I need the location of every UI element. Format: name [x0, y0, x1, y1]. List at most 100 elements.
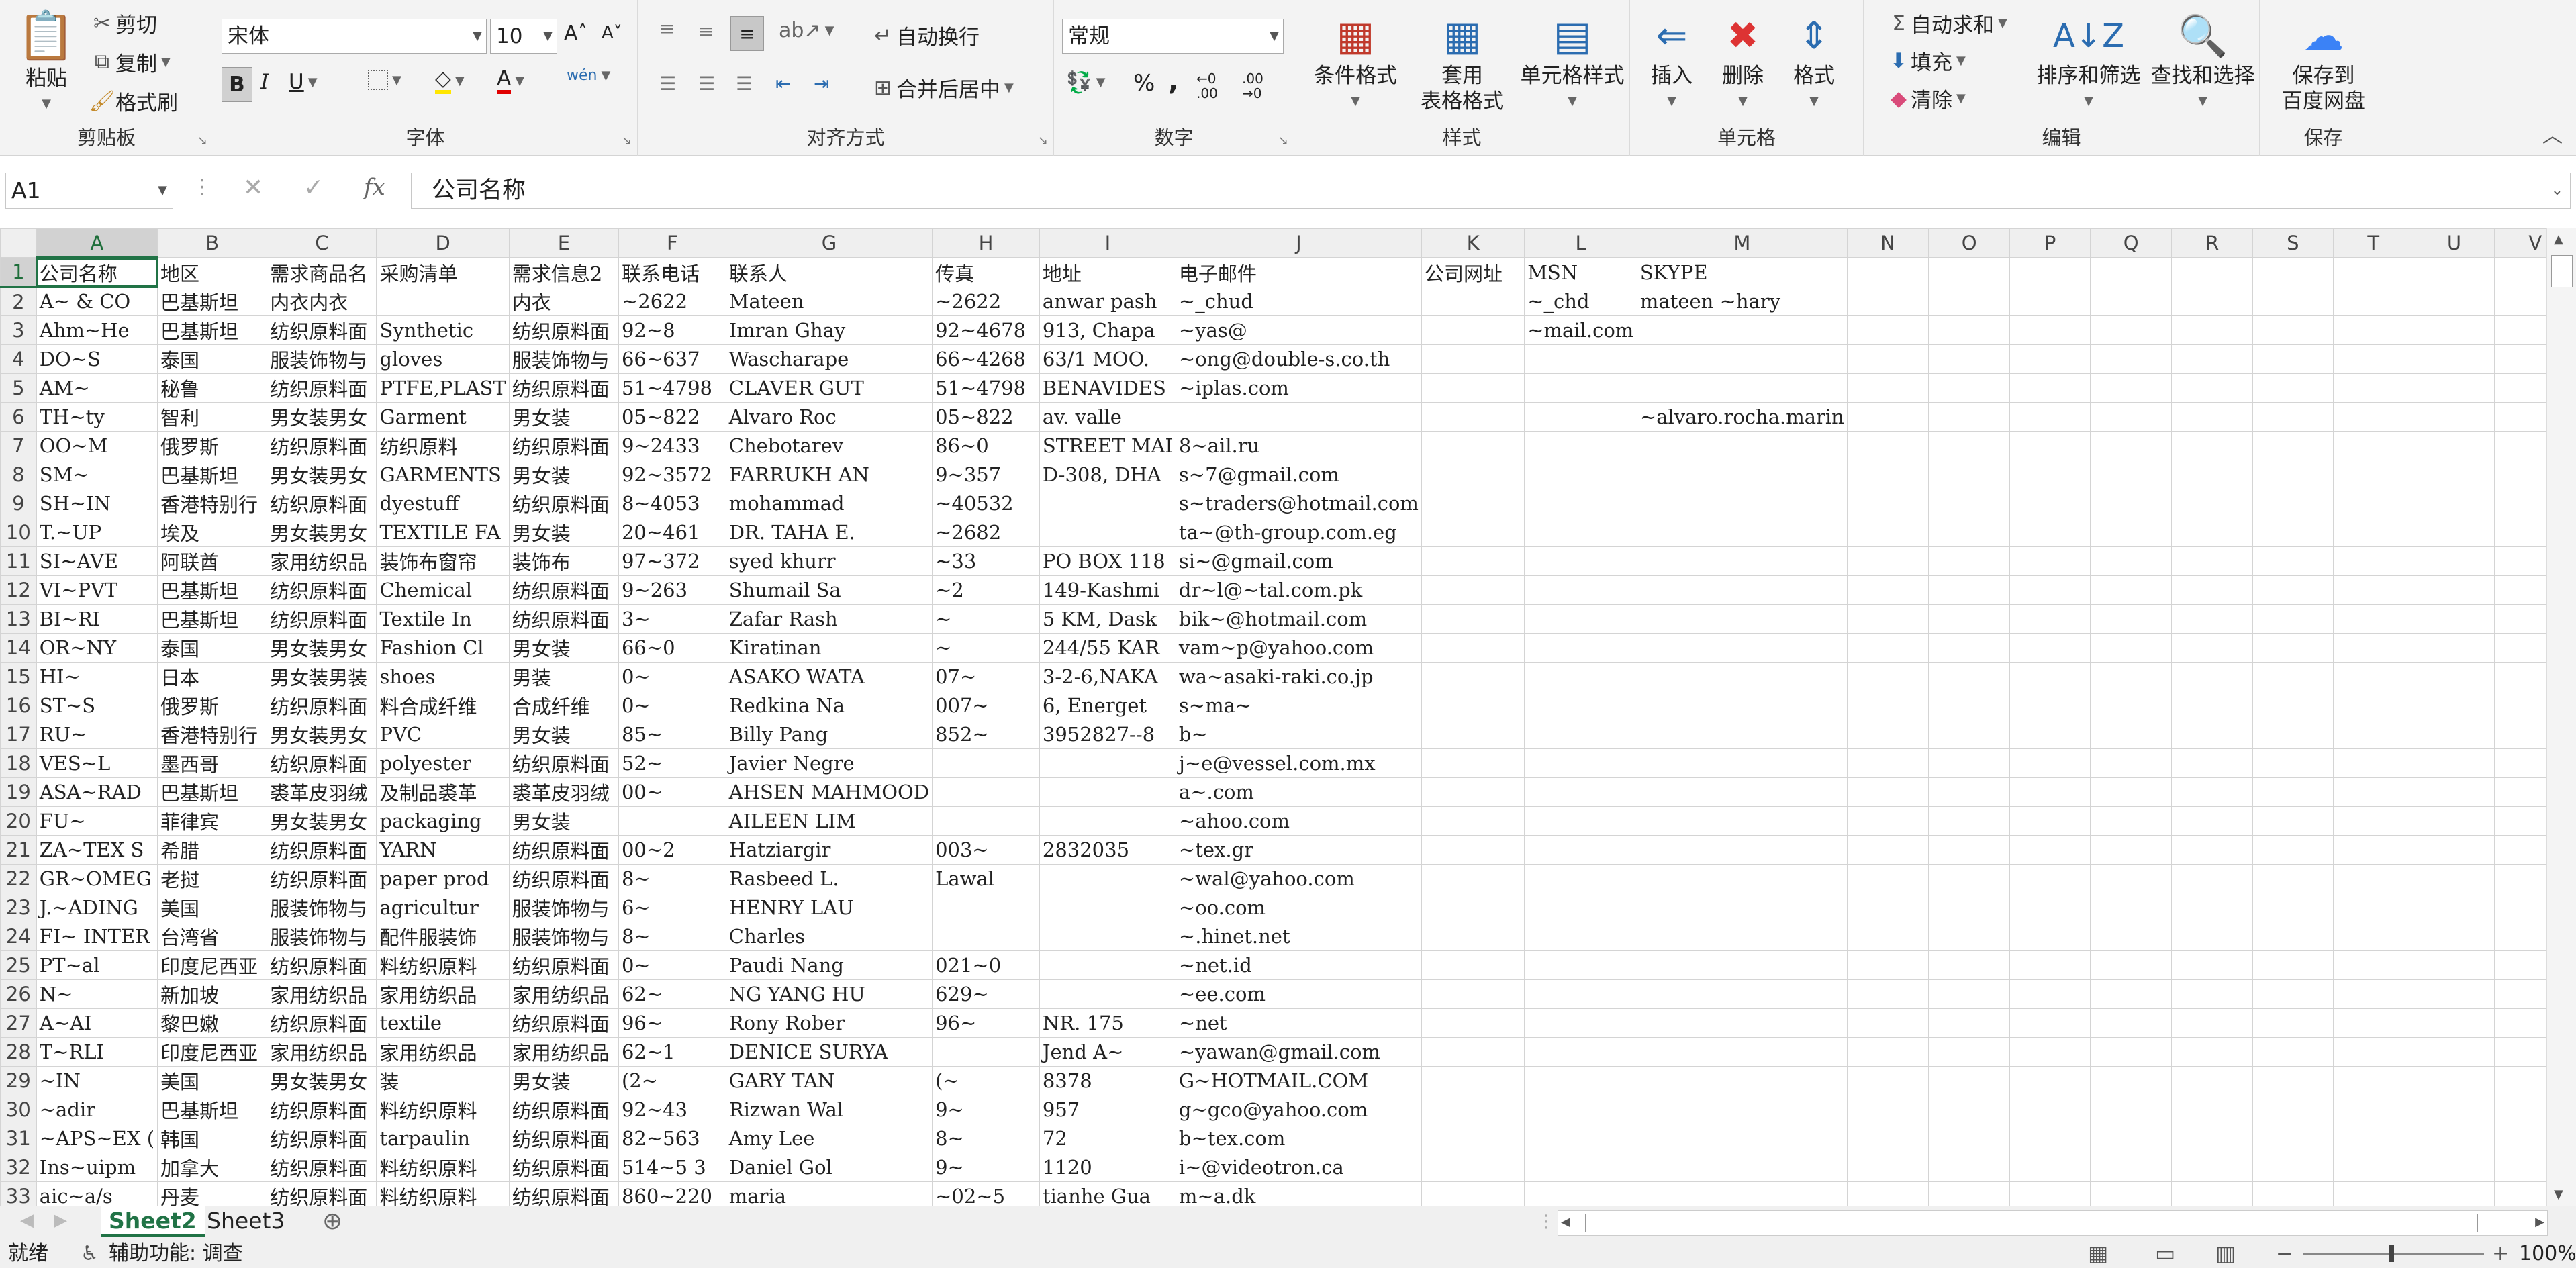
cell[interactable]: ASA~RAD: [36, 777, 158, 807]
cell[interactable]: 纺织原料面: [508, 575, 619, 605]
cell[interactable]: [1421, 662, 1525, 691]
row-header[interactable]: 18: [0, 748, 37, 778]
cell[interactable]: PO BOX 118: [1039, 546, 1176, 576]
cell[interactable]: [2252, 1066, 2334, 1095]
cell[interactable]: [1636, 662, 1848, 691]
cell[interactable]: [2009, 691, 2091, 720]
cell[interactable]: [1636, 1124, 1848, 1153]
cell[interactable]: [1846, 662, 1929, 691]
cell[interactable]: [1927, 518, 2011, 547]
cell[interactable]: ~net.id: [1175, 950, 1422, 980]
cell[interactable]: [1636, 431, 1848, 460]
cell[interactable]: wa~asaki-raki.co.jp: [1175, 662, 1422, 691]
row-header[interactable]: 32: [0, 1153, 37, 1182]
cell[interactable]: FARRUKH AN: [725, 460, 933, 489]
cell[interactable]: 92~3572: [618, 460, 726, 489]
cell[interactable]: 纺织原料面: [267, 864, 377, 893]
cell[interactable]: [2009, 777, 2091, 807]
cut-button[interactable]: ✂ 剪切: [89, 8, 157, 38]
accounting-button[interactable]: 💱 ▼: [1066, 70, 1105, 95]
cell[interactable]: [2252, 835, 2334, 865]
cell[interactable]: 男女装: [508, 460, 619, 489]
cell[interactable]: 男女装: [508, 720, 619, 749]
cell[interactable]: [2252, 1153, 2334, 1182]
cell[interactable]: shoes: [376, 662, 510, 691]
cell[interactable]: [1927, 979, 2011, 1009]
cell[interactable]: [2332, 315, 2414, 345]
cell[interactable]: T.~UP: [36, 518, 158, 547]
cell[interactable]: 8~ail.ru: [1175, 431, 1422, 460]
cell[interactable]: polyester: [376, 748, 510, 778]
cell[interactable]: [2332, 720, 2414, 749]
horizontal-scrollbar[interactable]: ◀ ▶: [1558, 1210, 2548, 1236]
cell[interactable]: BI~RI: [36, 604, 158, 634]
cell[interactable]: [2171, 287, 2253, 316]
fill-button[interactable]: ⬇ 填充 ▼: [1887, 46, 1966, 76]
cell[interactable]: [2009, 1124, 2091, 1153]
cell[interactable]: Garment: [376, 402, 510, 432]
cell[interactable]: 料纺织原料: [376, 1095, 510, 1124]
cell[interactable]: [1524, 518, 1637, 547]
cell[interactable]: 巴基斯坦: [157, 777, 268, 807]
cell[interactable]: ~tex.gr: [1175, 835, 1422, 865]
cell[interactable]: Shumail Sa: [725, 575, 933, 605]
cell[interactable]: 新加坡: [157, 979, 268, 1009]
cell[interactable]: [2252, 720, 2334, 749]
cell[interactable]: [2171, 431, 2253, 460]
cell[interactable]: [2171, 1181, 2253, 1206]
cell[interactable]: 美国: [157, 893, 268, 922]
cell[interactable]: [1421, 431, 1525, 460]
cell[interactable]: VES~L: [36, 748, 158, 778]
cell[interactable]: [2171, 460, 2253, 489]
cell[interactable]: 97~372: [618, 546, 726, 576]
cell[interactable]: [1421, 922, 1525, 951]
cell[interactable]: [2252, 344, 2334, 374]
cell[interactable]: [2332, 748, 2414, 778]
cell[interactable]: [2332, 287, 2414, 316]
cell[interactable]: [1636, 806, 1848, 836]
cell[interactable]: [1846, 1124, 1929, 1153]
row-header[interactable]: 13: [0, 604, 37, 634]
cell[interactable]: GR~OMEG: [36, 864, 158, 893]
cell[interactable]: [1524, 1153, 1637, 1182]
cancel-entry-button[interactable]: ✕: [243, 174, 263, 201]
cell[interactable]: [2171, 1095, 2253, 1124]
cell[interactable]: [1524, 691, 1637, 720]
scroll-thumb[interactable]: [2551, 255, 2573, 287]
cell[interactable]: [2009, 1095, 2091, 1124]
cell[interactable]: [2009, 893, 2091, 922]
cell[interactable]: 8~: [932, 1124, 1040, 1153]
cell[interactable]: 纺织原料面: [267, 1008, 377, 1038]
cell[interactable]: ~adir: [36, 1095, 158, 1124]
cell[interactable]: [1421, 835, 1525, 865]
cell[interactable]: [1421, 575, 1525, 605]
cell[interactable]: [2332, 431, 2414, 460]
add-sheet-button[interactable]: ⊕: [322, 1208, 342, 1235]
cell[interactable]: [2171, 546, 2253, 576]
cell[interactable]: 52~: [618, 748, 726, 778]
cell[interactable]: 电子邮件: [1175, 257, 1422, 287]
column-header[interactable]: G: [725, 228, 933, 258]
cell[interactable]: [1421, 315, 1525, 345]
cell[interactable]: 印度尼西亚: [157, 1037, 268, 1067]
column-header[interactable]: J: [1175, 228, 1422, 258]
cell[interactable]: [1927, 1153, 2011, 1182]
row-header[interactable]: 12: [0, 575, 37, 605]
cell[interactable]: 纺织原料面: [267, 1153, 377, 1182]
cell[interactable]: Chebotarev: [725, 431, 933, 460]
alignment-launcher-icon[interactable]: ↘: [1038, 134, 1048, 148]
cell[interactable]: 纺织原料面: [508, 950, 619, 980]
cell[interactable]: [1846, 748, 1929, 778]
column-header[interactable]: P: [2009, 228, 2091, 258]
cell[interactable]: [2413, 1008, 2495, 1038]
cell[interactable]: [1524, 1037, 1637, 1067]
cell[interactable]: ~2622: [932, 287, 1040, 316]
cell[interactable]: [2252, 1095, 2334, 1124]
cell[interactable]: [2413, 1153, 2495, 1182]
cell[interactable]: [1927, 1124, 2011, 1153]
cell[interactable]: 629~: [932, 979, 1040, 1009]
cell[interactable]: [2332, 402, 2414, 432]
cell[interactable]: G~HOTMAIL.COM: [1175, 1066, 1422, 1095]
cell[interactable]: 男女装男女: [267, 1066, 377, 1095]
cell[interactable]: 82~563: [618, 1124, 726, 1153]
